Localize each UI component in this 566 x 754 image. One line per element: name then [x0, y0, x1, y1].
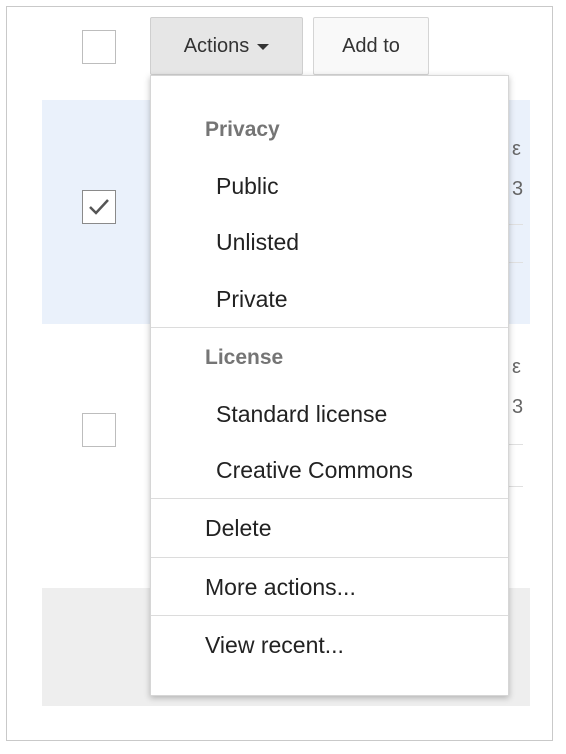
add-to-button[interactable]: Add to: [313, 17, 429, 75]
divider: [509, 262, 523, 263]
menu-separator: [151, 615, 508, 616]
menu-item-unlisted[interactable]: Unlisted: [216, 229, 299, 256]
caret-down-icon: [257, 44, 270, 50]
divider: [509, 224, 523, 225]
select-all-checkbox[interactable]: [82, 30, 116, 64]
divider: [509, 486, 523, 487]
menu-separator: [151, 498, 508, 499]
background-text-fragment: ε: [512, 356, 521, 378]
menu-heading-privacy: Privacy: [205, 118, 280, 141]
actions-label: Actions: [183, 34, 250, 57]
menu-heading-license: License: [205, 346, 284, 369]
menu-item-standard-license[interactable]: Standard license: [216, 401, 387, 428]
actions-dropdown-button[interactable]: Actions: [150, 17, 303, 75]
divider: [509, 444, 523, 445]
background-text-fragment: 3: [512, 178, 524, 200]
check-icon: [89, 199, 109, 215]
row-checkbox[interactable]: [82, 413, 116, 447]
menu-item-more-actions[interactable]: More actions...: [205, 574, 356, 601]
background-text-fragment: ε: [512, 138, 521, 160]
menu-separator: [151, 327, 508, 328]
menu-item-creative-commons[interactable]: Creative Commons: [216, 457, 413, 484]
row-checkbox-checked[interactable]: [82, 190, 116, 224]
menu-item-delete[interactable]: Delete: [205, 515, 271, 542]
add-to-label: Add to: [342, 34, 400, 57]
menu-item-public[interactable]: Public: [216, 173, 279, 200]
menu-separator: [151, 557, 508, 558]
menu-item-private[interactable]: Private: [216, 286, 288, 313]
background-text-fragment: 3: [512, 396, 524, 418]
actions-dropdown-menu: Privacy Public Unlisted Private License …: [150, 75, 509, 696]
menu-item-view-recent[interactable]: View recent...: [205, 632, 344, 659]
